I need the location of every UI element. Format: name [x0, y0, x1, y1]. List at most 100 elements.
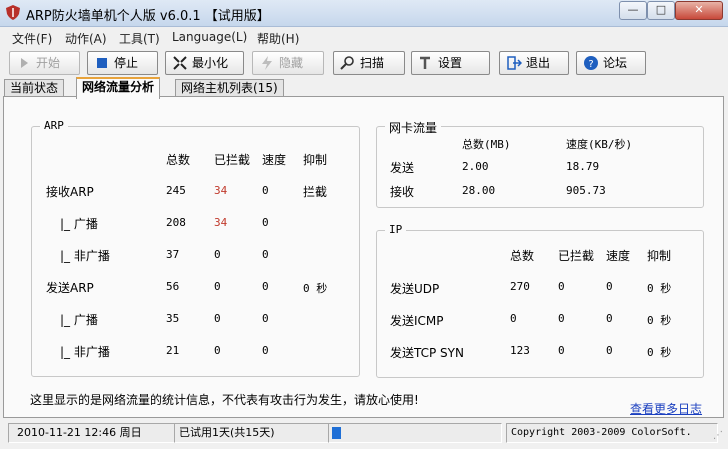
nic-header-total: 总数(MB): [462, 138, 511, 151]
tab-current-status[interactable]: 当前状态: [4, 79, 65, 97]
nic-row-speed: 905.73: [566, 184, 606, 197]
menu-bar: 文件(F) 动作(A) 工具(T) Language(L) 帮助(H): [0, 28, 728, 46]
nic-legend: 网卡流量: [385, 119, 442, 136]
arp-row-speed: 0: [262, 312, 269, 325]
ip-header-suppress: 抑制: [647, 249, 672, 263]
forum-label: 论坛: [603, 56, 628, 70]
arp-row-label: |_ 非广播: [60, 345, 110, 359]
lightning-icon: [262, 56, 272, 70]
arp-row-suppress: 拦截: [303, 185, 328, 199]
arp-row-speed: 0: [262, 344, 269, 357]
svg-text:?: ?: [588, 59, 593, 70]
shield-icon: [6, 5, 20, 20]
arp-row-label: |_ 广播: [60, 313, 98, 327]
hide-button[interactable]: 隐藏: [252, 51, 324, 75]
status-activity: [328, 423, 502, 443]
ip-row-suppress: 0 秒: [647, 282, 672, 295]
arp-header-total: 总数: [166, 153, 191, 167]
arp-header-speed: 速度: [262, 153, 287, 167]
ip-row-blocked: 0: [558, 344, 565, 357]
scan-label: 扫描: [360, 56, 385, 70]
ip-row-label: 发送UDP: [390, 282, 440, 296]
menu-action[interactable]: 动作(A): [65, 30, 107, 47]
menu-language[interactable]: Language(L): [172, 30, 247, 44]
nic-row-label: 接收: [390, 185, 415, 199]
ip-row-blocked: 0: [558, 312, 565, 325]
arp-header-suppress: 抑制: [303, 153, 328, 167]
ip-row-total: 0: [510, 312, 517, 325]
exit-label: 退出: [526, 56, 551, 70]
arp-row-total: 21: [166, 344, 180, 357]
nic-row-speed: 18.79: [566, 160, 600, 173]
arp-row-speed: 0: [262, 184, 269, 197]
stop-label: 停止: [114, 56, 139, 70]
menu-help[interactable]: 帮助(H): [257, 30, 299, 47]
nic-row-total: 28.00: [462, 184, 496, 197]
stop-icon: [97, 58, 107, 68]
ip-row-speed: 0: [606, 280, 613, 293]
nic-traffic-group: 网卡流量: [376, 119, 704, 208]
close-window-button[interactable]: ✕: [675, 1, 723, 20]
arp-row-total: 208: [166, 216, 186, 229]
ip-header-total: 总数: [510, 249, 535, 263]
forum-button[interactable]: ? 论坛: [576, 51, 646, 75]
ip-row-suppress: 0 秒: [647, 314, 672, 327]
ip-row-blocked: 0: [558, 280, 565, 293]
activity-indicator: [332, 427, 341, 439]
arp-row-label: 接收ARP: [46, 185, 94, 199]
exit-button[interactable]: 退出: [499, 51, 569, 75]
status-copyright: Copyright 2003-2009 ColorSoft.: [506, 423, 718, 443]
menu-tools[interactable]: 工具(T): [119, 30, 160, 47]
compress-arrows-icon: [173, 56, 187, 70]
arp-row-label: 发送ARP: [46, 281, 94, 295]
minimize-window-button[interactable]: —: [619, 1, 647, 20]
ip-legend: IP: [385, 223, 407, 236]
ip-row-label: 发送TCP SYN: [390, 346, 464, 360]
settings-label: 设置: [438, 56, 463, 70]
arp-row-speed: 0: [262, 216, 269, 229]
minimize-button[interactable]: 最小化: [165, 51, 244, 75]
hide-label: 隐藏: [279, 56, 304, 70]
arp-row-blocked: 0: [214, 248, 221, 261]
arp-row-speed: 0: [262, 280, 269, 293]
status-trial: 已试用1天(共15天): [174, 423, 330, 443]
play-icon: [21, 58, 28, 68]
arp-row-label: |_ 广播: [60, 217, 98, 231]
arp-row-total: 245: [166, 184, 186, 197]
arp-row-suppress: 0 秒: [303, 282, 328, 295]
nic-header-speed: 速度(KB/秒): [566, 138, 633, 151]
tab-traffic-analysis[interactable]: 网络流量分析: [76, 77, 161, 99]
title-bar: ARP防火墙单机个人版 v6.0.1 【试用版】 — □ ✕: [0, 0, 728, 27]
arp-row-blocked: 0: [214, 344, 221, 357]
view-more-logs-link[interactable]: 查看更多日志: [630, 400, 702, 417]
magnifier-icon: [340, 56, 354, 70]
arp-row-speed: 0: [262, 248, 269, 261]
start-button[interactable]: 开始: [9, 51, 80, 75]
ip-header-speed: 速度: [606, 249, 631, 263]
scan-button[interactable]: 扫描: [333, 51, 405, 75]
ip-header-blocked: 已拦截: [558, 249, 595, 263]
start-label: 开始: [36, 56, 61, 70]
minimize-label: 最小化: [192, 56, 229, 70]
ip-row-label: 发送ICMP: [390, 314, 444, 328]
wrench-icon: [420, 56, 430, 69]
stop-button[interactable]: 停止: [87, 51, 158, 75]
maximize-window-button[interactable]: □: [647, 1, 675, 20]
settings-button[interactable]: 设置: [411, 51, 490, 75]
exit-door-icon: [507, 56, 522, 70]
arp-row-blocked: 0: [214, 280, 221, 293]
arp-legend: ARP: [40, 119, 68, 132]
status-datetime: 2010-11-21 12:46 周日: [8, 423, 178, 443]
ip-row-speed: 0: [606, 312, 613, 325]
nic-row-label: 发送: [390, 161, 415, 175]
tab-host-list[interactable]: 网络主机列表(15): [175, 79, 284, 97]
arp-row-total: 56: [166, 280, 180, 293]
arp-row-total: 35: [166, 312, 180, 325]
menu-file[interactable]: 文件(F): [12, 30, 52, 47]
ip-row-total: 123: [510, 344, 530, 357]
nic-row-total: 2.00: [462, 160, 489, 173]
resize-grip-icon[interactable]: ⋰: [713, 430, 725, 442]
ip-row-suppress: 0 秒: [647, 346, 672, 359]
ip-row-total: 270: [510, 280, 530, 293]
arp-row-total: 37: [166, 248, 180, 261]
